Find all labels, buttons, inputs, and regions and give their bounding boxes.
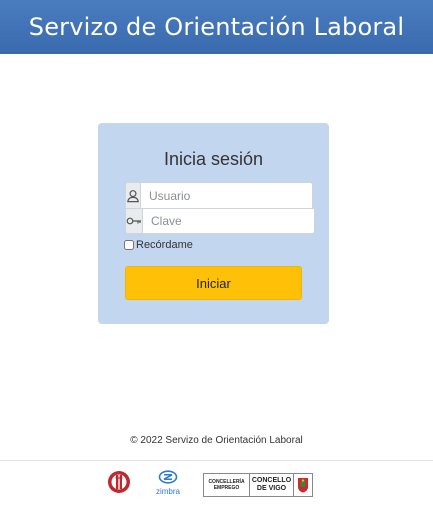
concello-line2: DE VIGO [256,485,287,492]
concelleria-line2: EMPREGO [213,485,240,491]
zimbra-wordmark: zimbra [155,487,180,496]
username-input[interactable] [141,182,313,208]
zimbra-icon [158,470,178,484]
footer-divider [0,460,433,461]
user-icon [125,182,141,208]
app-header: Servizo de Orientación Laboral [0,0,433,54]
vigo-crest-icon [294,473,313,497]
copyright-text: © 2022 Servizo de Orientación Laboral [130,435,303,446]
cv-logo-icon [107,470,131,499]
password-field-group [125,208,315,234]
page-title: Servizo de Orientación Laboral [28,13,405,41]
zimbra-logo: zimbra [150,470,186,496]
login-form: Inicia sesión Recórdame Iniciar [98,123,329,324]
concelleria-emprego-badge: CONCELLERÍA EMPREGO [203,473,250,497]
login-button[interactable]: Iniciar [125,266,302,300]
password-input[interactable] [143,208,315,234]
remember-me-label[interactable]: Recórdame [124,239,193,251]
login-title: Inicia sesión [163,149,264,169]
concello-vigo-logo: CONCELLERÍA EMPREGO CONCELLO DE VIGO [203,473,313,497]
remember-me-checkbox[interactable] [124,240,134,250]
key-icon [125,208,143,234]
username-field-group [125,182,313,208]
concello-line1: CONCELLO [251,477,292,484]
remember-me-text: Recórdame [136,239,193,251]
concello-vigo-badge: CONCELLO DE VIGO [250,473,294,497]
